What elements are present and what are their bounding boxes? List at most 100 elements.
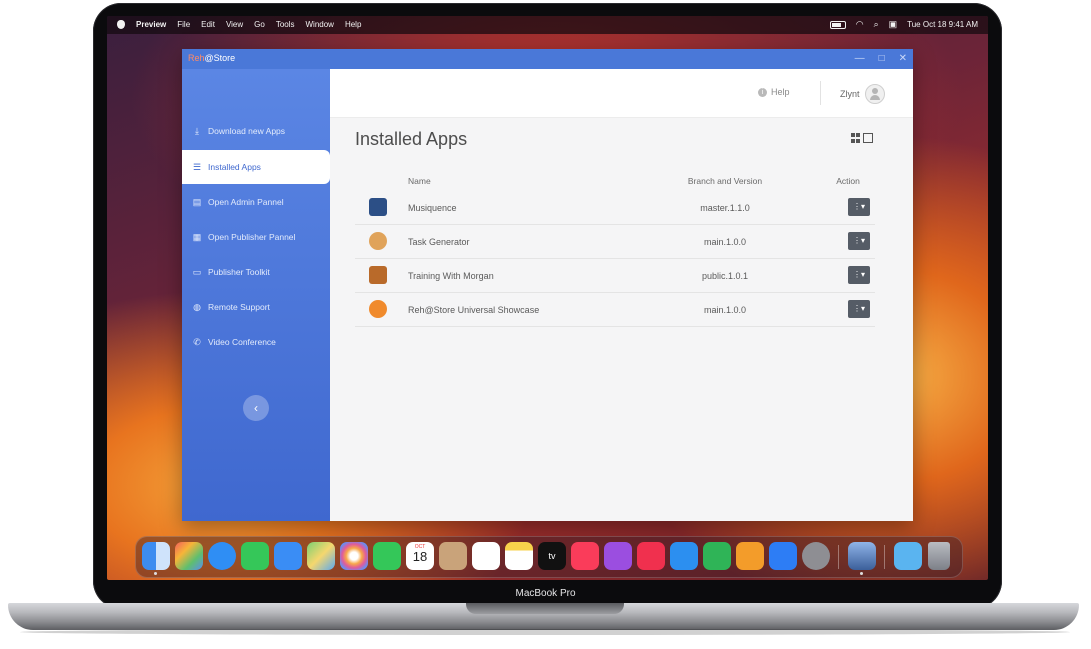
app-icon	[369, 300, 387, 318]
battery-icon[interactable]	[829, 20, 846, 29]
safari-icon[interactable]	[208, 542, 236, 570]
sidebar-item-label: Remote Support	[208, 302, 270, 312]
photos-icon[interactable]	[340, 542, 368, 570]
laptop-model-label: MacBook Pro	[515, 588, 576, 599]
apple-icon[interactable]	[117, 20, 125, 29]
support-icon: ◍	[193, 301, 201, 312]
finder-icon[interactable]	[142, 542, 170, 570]
sidebar-item-label: Publisher Toolkit	[208, 267, 270, 277]
menu-bar: Preview File Edit View Go Tools Window H…	[107, 16, 988, 34]
music-icon[interactable]	[571, 542, 599, 570]
table-row[interactable]: Task Generator main.1.0.0 ⋮▾	[355, 225, 875, 259]
sidebar-item-open-publisher-pannel[interactable]: ▦ Open Publisher Pannel	[182, 220, 330, 254]
control-center-icon[interactable]: ▣	[889, 20, 898, 29]
trash-icon[interactable]	[928, 542, 950, 570]
minimize-button[interactable]: —	[855, 53, 865, 64]
menu-file[interactable]: File	[177, 20, 190, 29]
table-row[interactable]: Reh@Store Universal Showcase main.1.0.0 …	[355, 293, 875, 327]
action-menu-button[interactable]: ⋮▾	[848, 198, 870, 216]
help-button[interactable]: i Help	[758, 87, 790, 97]
spotlight-icon[interactable]: ⌕	[874, 20, 879, 29]
laptop-shadow	[20, 629, 1070, 635]
sidebar-item-label: Open Admin Pannel	[208, 197, 284, 207]
laptop-notch	[466, 603, 624, 614]
podcasts-icon[interactable]	[604, 542, 632, 570]
app-window: Reh@Store — □ ✕ ⤓ Download new Apps ☰ In…	[182, 49, 913, 521]
messages-icon[interactable]	[241, 542, 269, 570]
user-menu[interactable]: Zlynt	[840, 84, 885, 104]
sidebar-item-publisher-toolkit[interactable]: ▭ Publisher Toolkit	[182, 255, 330, 289]
window-title: Reh@Store	[188, 53, 236, 63]
sidebar-item-open-admin-pannel[interactable]: ▤ Open Admin Pannel	[182, 185, 330, 219]
facetime-icon[interactable]	[373, 542, 401, 570]
keynote-icon[interactable]	[670, 542, 698, 570]
dock: OCT 18 tv	[135, 536, 963, 578]
sidebar-item-download-new-apps[interactable]: ⤓ Download new Apps	[182, 114, 330, 148]
list-icon: ☰	[192, 161, 202, 172]
tv-icon[interactable]: tv	[538, 542, 566, 570]
sidebar-item-remote-support[interactable]: ◍ Remote Support	[182, 290, 330, 324]
wifi-icon[interactable]: ◠	[856, 20, 864, 29]
preview-icon[interactable]	[848, 542, 876, 570]
running-indicator	[154, 572, 157, 575]
dock-separator	[838, 545, 839, 569]
menu-help[interactable]: Help	[345, 20, 361, 29]
collapse-sidebar-button[interactable]: ‹	[243, 395, 269, 421]
table-header: Name Branch and Version Action	[355, 169, 875, 191]
menu-view[interactable]: View	[226, 20, 243, 29]
mail-icon[interactable]	[274, 542, 302, 570]
menu-edit[interactable]: Edit	[201, 20, 215, 29]
download-icon: ⤓	[195, 125, 199, 136]
launchpad-icon[interactable]	[175, 542, 203, 570]
app-icon	[369, 266, 387, 284]
running-indicator	[860, 572, 863, 575]
news-icon[interactable]	[637, 542, 665, 570]
maps-icon[interactable]	[307, 542, 335, 570]
pages-icon[interactable]	[736, 542, 764, 570]
menu-go[interactable]: Go	[254, 20, 265, 29]
menu-tools[interactable]: Tools	[276, 20, 295, 29]
system-preferences-icon[interactable]	[802, 542, 830, 570]
page-title: Installed Apps	[355, 129, 468, 149]
menu-window[interactable]: Window	[306, 20, 334, 29]
menu-clock[interactable]: Tue Oct 18 9:41 AM	[907, 20, 978, 29]
calendar-icon[interactable]: OCT 18	[406, 542, 434, 570]
help-label: Help	[771, 87, 790, 97]
reminders-icon[interactable]	[472, 542, 500, 570]
sidebar-item-label: Video Conference	[208, 337, 276, 347]
top-bar: i Help Zlynt	[330, 69, 913, 118]
grid-view-icon[interactable]	[851, 133, 861, 143]
screen: Preview File Edit View Go Tools Window H…	[107, 16, 988, 580]
app-name: Reh@Store Universal Showcase	[408, 305, 540, 315]
action-menu-button[interactable]: ⋮▾	[848, 300, 870, 318]
main-content: i Help Zlynt Installed Apps Name Branch …	[330, 69, 913, 521]
list-view-icon[interactable]	[863, 133, 873, 143]
sidebar-item-installed-apps[interactable]: ☰ Installed Apps	[182, 150, 330, 184]
publisher-icon: ▦	[192, 231, 202, 242]
topbar-divider	[820, 81, 821, 105]
app-branch: main.1.0.0	[703, 237, 747, 247]
downloads-folder-icon[interactable]	[894, 542, 922, 570]
header-branch: Branch and Version	[687, 176, 763, 186]
app-store-icon[interactable]	[769, 542, 797, 570]
sidebar-item-video-conference[interactable]: ✆ Video Conference	[182, 325, 330, 359]
table-row[interactable]: Musiquence master.1.1.0 ⋮▾	[355, 191, 875, 225]
avatar	[864, 84, 885, 104]
action-menu-button[interactable]: ⋮▾	[848, 266, 870, 284]
dock-separator	[884, 545, 885, 569]
numbers-icon[interactable]	[703, 542, 731, 570]
app-icon	[369, 232, 387, 250]
close-button[interactable]: ✕	[899, 53, 907, 64]
app-name: Training With Morgan	[408, 271, 494, 281]
notes-icon[interactable]	[505, 542, 533, 570]
maximize-button[interactable]: □	[879, 53, 885, 64]
header-name: Name	[408, 176, 431, 186]
sidebar: ⤓ Download new Apps ☰ Installed Apps ▤ O…	[182, 69, 330, 521]
contacts-icon[interactable]	[439, 542, 467, 570]
action-menu-button[interactable]: ⋮▾	[848, 232, 870, 250]
table-row[interactable]: Training With Morgan public.1.0.1 ⋮▾	[355, 259, 875, 293]
window-titlebar[interactable]: Reh@Store — □ ✕	[182, 49, 913, 69]
app-branch: main.1.0.0	[703, 305, 747, 315]
menu-app-name[interactable]: Preview	[136, 20, 166, 29]
header-action: Action	[836, 176, 860, 186]
